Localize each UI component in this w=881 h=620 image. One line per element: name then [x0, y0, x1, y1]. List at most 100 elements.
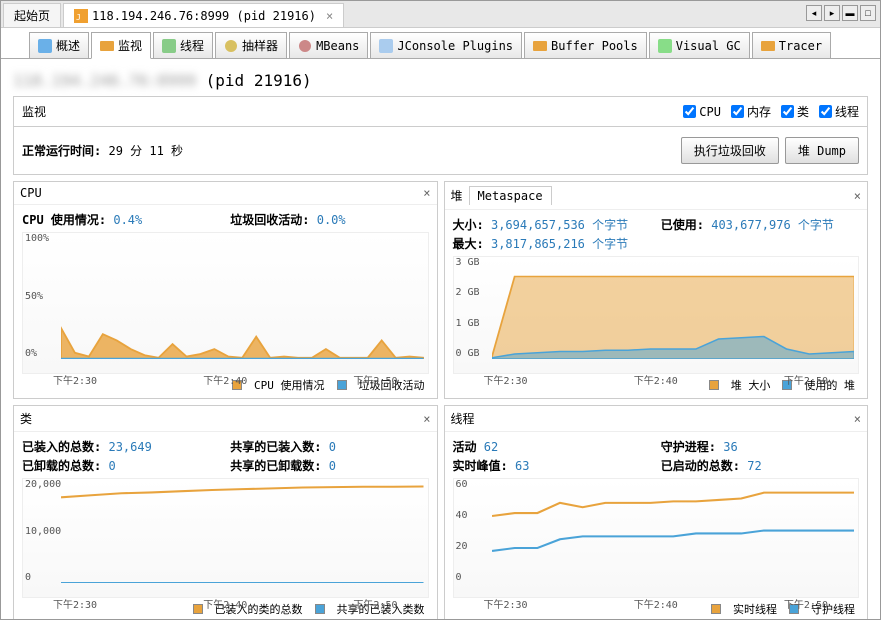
stat-label: 守护进程: — [661, 440, 716, 454]
close-icon[interactable]: × — [854, 412, 861, 426]
tracer-icon — [761, 39, 775, 53]
top-tabs: 起始页 J 118.194.246.76:8999 (pid 21916) × … — [1, 1, 880, 28]
panel-title: 堆 — [451, 187, 463, 204]
stat-label: 已启动的总数: — [661, 459, 740, 473]
visualgc-icon — [658, 39, 672, 53]
tab-start[interactable]: 起始页 — [3, 3, 61, 27]
jconsole-icon — [379, 39, 393, 53]
stat-value: 72 — [747, 459, 761, 473]
stat-label: 已卸载的总数: — [22, 459, 101, 473]
heap-tab-metaspace[interactable]: Metaspace — [469, 186, 552, 205]
jmx-icon: J — [74, 9, 88, 23]
tab-tracer[interactable]: Tracer — [752, 32, 831, 58]
panel-threads: 线程 × 活动 62 守护进程: 36 实时峰值: 63 已启动的总数: 72 6… — [444, 405, 869, 619]
threads-icon — [162, 39, 176, 53]
uptime-row: 正常运行时间: 29 分 11 秒 执行垃圾回收 堆 Dump — [13, 126, 868, 175]
stat-value: 0 — [108, 459, 115, 473]
stat-label: 已装入的总数: — [22, 440, 101, 454]
monitor-icon — [100, 39, 114, 53]
checks: CPU 内存 类 线程 — [683, 103, 859, 120]
sub-tabs: 概述 监视 线程 抽样器 MBeans JConsole Plugins Buf… — [1, 28, 880, 59]
uptime-value: 29 分 11 秒 — [108, 142, 183, 159]
bufferpools-icon — [533, 39, 547, 53]
panel-title: 线程 — [451, 410, 475, 427]
checkbox[interactable] — [731, 105, 744, 118]
stat-value: 0 — [329, 459, 336, 473]
tab-label: Tracer — [779, 39, 822, 53]
classes-chart: 20,00010,0000 下午2:30下午2:40下午2:50 — [22, 478, 429, 598]
stat-label: 共享的已装入数: — [230, 440, 321, 454]
gc-button[interactable]: 执行垃圾回收 — [681, 137, 779, 164]
check-cpu[interactable]: CPU — [683, 105, 721, 119]
stat-value: 63 — [515, 459, 529, 473]
check-threads[interactable]: 线程 — [819, 103, 859, 120]
stat-value: 62 — [484, 440, 498, 454]
monitor-header: 监视 CPU 内存 类 线程 — [13, 96, 868, 126]
content: 118.194.246.76:8999 (pid 21916) 监视 CPU 内… — [1, 59, 880, 619]
heap-chart: 3 GB2 GB1 GB0 GB 下午2:30下午2:40下午2:50 — [453, 256, 860, 374]
stat-label: 活动 — [453, 440, 477, 454]
tab-jconsole[interactable]: JConsole Plugins — [370, 32, 522, 58]
stat-value: 36 — [723, 440, 737, 454]
mbeans-icon — [298, 39, 312, 53]
panel-title: 类 — [20, 410, 32, 427]
panel-heap: 堆Metaspace× 大小: 3,694,657,536 个字节 已使用: 4… — [444, 181, 869, 399]
title-pid: (pid 21916) — [206, 71, 312, 90]
stat-value: 403,677,976 个字节 — [711, 218, 834, 232]
tab-label: MBeans — [316, 39, 359, 53]
tab-bufferpools[interactable]: Buffer Pools — [524, 32, 647, 58]
panel-title: CPU — [20, 186, 42, 200]
sampler-icon — [224, 39, 238, 53]
tab-threads[interactable]: 线程 — [153, 32, 213, 58]
main-window: 起始页 J 118.194.246.76:8999 (pid 21916) × … — [0, 0, 881, 620]
tab-label: Visual GC — [676, 39, 741, 53]
prev-button[interactable]: ◂ — [806, 5, 822, 21]
tab-visualgc[interactable]: Visual GC — [649, 32, 750, 58]
svg-text:J: J — [76, 13, 81, 22]
panel-cpu: CPU× CPU 使用情况: 0.4% 垃圾回收活动: 0.0% 100%50%… — [13, 181, 438, 399]
stat-label: 实时峰值: — [453, 459, 508, 473]
tab-mbeans[interactable]: MBeans — [289, 32, 368, 58]
close-icon[interactable]: × — [423, 186, 430, 200]
threads-chart: 6040200 下午2:30下午2:40下午2:50 — [453, 478, 860, 598]
checkbox[interactable] — [819, 105, 832, 118]
tab-label: 概述 — [56, 37, 80, 54]
stat-label: 已使用: — [661, 218, 704, 232]
tab-label: 线程 — [180, 37, 204, 54]
window-controls: ◂ ▸ ▬ □ — [804, 3, 878, 27]
checkbox[interactable] — [683, 105, 696, 118]
cpu-chart: 100%50%0% 下午2:30下午2:40下午2:50 — [22, 232, 429, 374]
page-title: 118.194.246.76:8999 (pid 21916) — [13, 63, 868, 96]
checkbox[interactable] — [781, 105, 794, 118]
next-button[interactable]: ▸ — [824, 5, 840, 21]
tab-label: 抽样器 — [242, 37, 278, 54]
panel-classes: 类 × 已装入的总数: 23,649 共享的已装入数: 0 已卸载的总数: 0 共… — [13, 405, 438, 619]
check-mem[interactable]: 内存 — [731, 103, 771, 120]
stat-value: 0.0% — [317, 213, 346, 227]
stat-value: 3,694,657,536 个字节 — [491, 218, 628, 232]
stat-label: 共享的已卸载数: — [230, 459, 321, 473]
stat-label: 垃圾回收活动: — [230, 213, 309, 227]
maximize-button[interactable]: □ — [860, 5, 876, 21]
tab-label: JConsole Plugins — [397, 39, 513, 53]
uptime-label: 正常运行时间: — [22, 142, 101, 159]
close-icon[interactable]: × — [423, 412, 430, 426]
stat-label: 最大: — [453, 237, 484, 251]
stat-value: 23,649 — [108, 440, 151, 454]
close-icon[interactable]: × — [326, 9, 333, 23]
close-icon[interactable]: × — [854, 189, 861, 203]
tab-monitor[interactable]: 监视 — [91, 32, 151, 59]
check-classes[interactable]: 类 — [781, 103, 809, 120]
stat-value: 3,817,865,216 个字节 — [491, 237, 628, 251]
monitor-label: 监视 — [22, 103, 46, 120]
panels-grid: CPU× CPU 使用情况: 0.4% 垃圾回收活动: 0.0% 100%50%… — [13, 181, 868, 619]
minimize-button[interactable]: ▬ — [842, 5, 858, 21]
tab-label: 起始页 — [14, 7, 50, 24]
overview-icon — [38, 39, 52, 53]
dump-button[interactable]: 堆 Dump — [785, 137, 859, 164]
stat-value: 0.4% — [113, 213, 142, 227]
tab-sampler[interactable]: 抽样器 — [215, 32, 287, 58]
tab-label: Buffer Pools — [551, 39, 638, 53]
tab-host[interactable]: J 118.194.246.76:8999 (pid 21916) × — [63, 3, 344, 27]
tab-overview[interactable]: 概述 — [29, 32, 89, 58]
